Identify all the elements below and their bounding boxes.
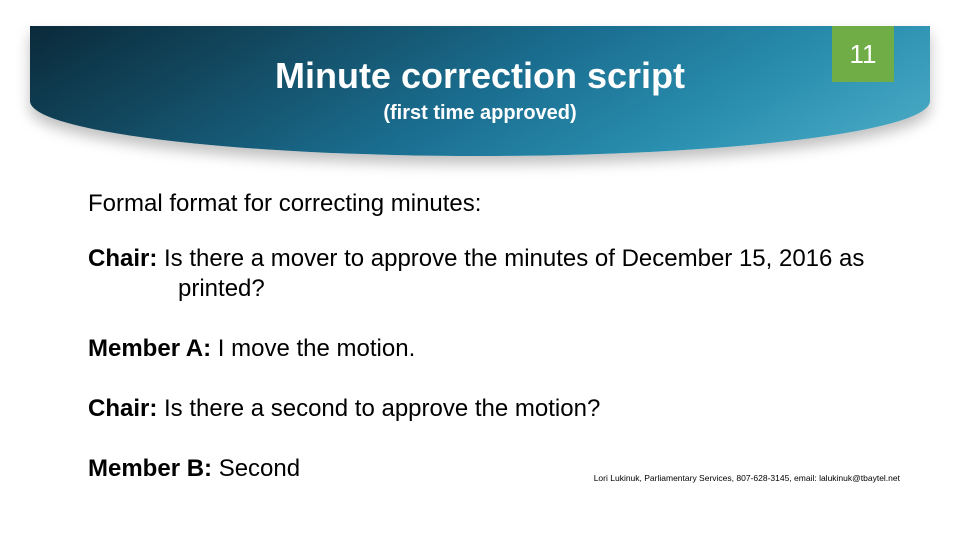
page-number-tab: 11	[832, 26, 894, 82]
slide-title: Minute correction script	[0, 55, 960, 97]
intro-text: Formal format for correcting minutes:	[88, 190, 900, 218]
footer-contact: Lori Lukinuk, Parliamentary Services, 80…	[594, 473, 900, 484]
script-line: Member B: Second Lori Lukinuk, Parliamen…	[88, 454, 900, 484]
slide: 11 Minute correction script (first time …	[0, 0, 960, 540]
dialog-text: I move the motion.	[211, 335, 415, 362]
script-line: Member A: I move the motion.	[88, 334, 900, 364]
page-number: 11	[850, 39, 877, 70]
script-line: Chair: Is there a second to approve the …	[88, 394, 900, 424]
dialog-text: Second	[212, 455, 300, 482]
speaker-label: Chair:	[88, 395, 157, 422]
dialog-text: Is there a second to approve the motion?	[157, 395, 600, 422]
script-line: Chair: Is there a mover to approve the m…	[88, 244, 900, 304]
slide-body: Formal format for correcting minutes: Ch…	[88, 190, 900, 484]
slide-subtitle: (first time approved)	[0, 102, 960, 125]
dialog-text: Is there a mover to approve the minutes …	[157, 245, 864, 302]
speaker-label: Member A:	[88, 335, 211, 362]
speaker-label: Chair:	[88, 245, 157, 272]
speaker-label: Member B:	[88, 455, 212, 482]
